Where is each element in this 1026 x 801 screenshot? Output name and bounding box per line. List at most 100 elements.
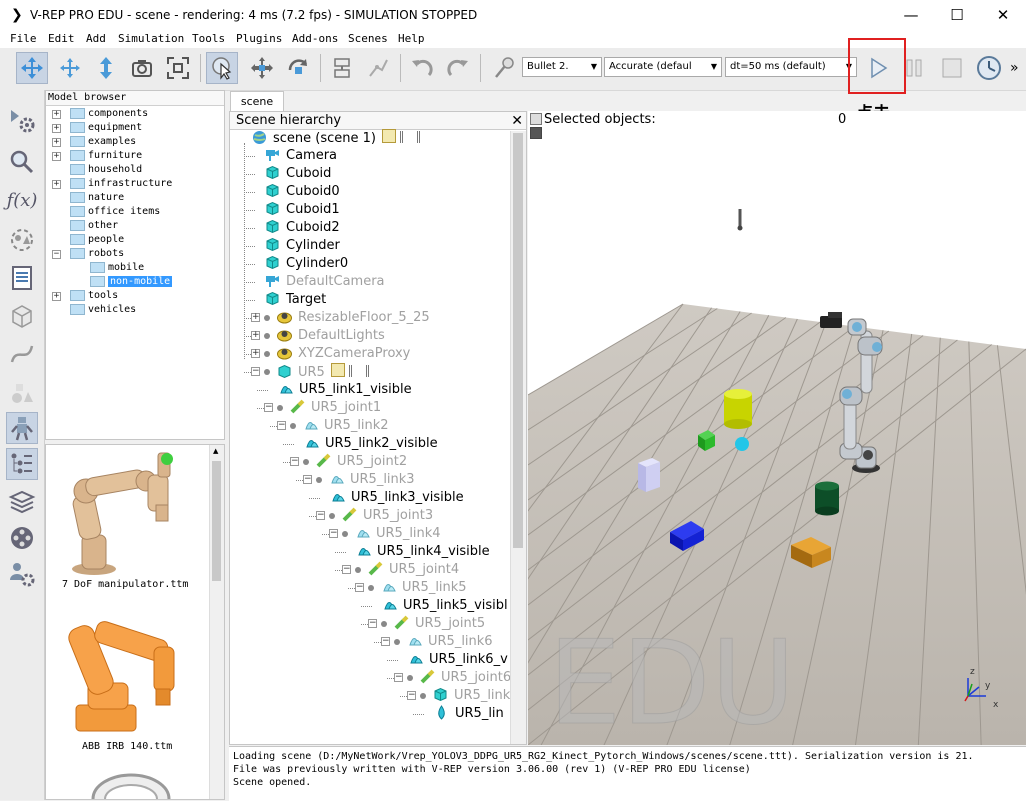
hierarchy-item[interactable]: Cylinder (265, 237, 340, 255)
video-recorder-button[interactable] (6, 522, 38, 554)
folder-vehicles[interactable]: vehicles (70, 303, 136, 317)
expand-toggle[interactable]: + (251, 349, 260, 358)
folder-robots[interactable]: robots (70, 247, 124, 261)
dynamics-toggle-button[interactable] (488, 52, 520, 84)
expand-toggle[interactable]: + (52, 138, 61, 147)
scene-object-properties-button[interactable] (6, 262, 38, 294)
expand-toggle[interactable]: − (355, 583, 364, 592)
scene-hierarchy-toggle-button[interactable] (6, 448, 38, 480)
menu-add[interactable]: Add (86, 32, 106, 45)
folder-non-mobile[interactable]: non-mobile (90, 275, 173, 289)
expand-toggle[interactable]: + (52, 292, 61, 301)
hierarchy-item[interactable]: XYZCameraProxy (277, 345, 410, 363)
expand-toggle[interactable]: − (381, 637, 390, 646)
thumbnail-7dof[interactable]: 7 DoF manipulator.ttm (46, 445, 210, 595)
accuracy-select[interactable]: Accurate (defaul ▼ (604, 57, 722, 77)
layers-button[interactable] (6, 486, 38, 518)
expand-toggle[interactable]: + (52, 180, 61, 189)
expand-toggle[interactable]: + (251, 313, 260, 322)
folder-equipment[interactable]: equipment (70, 121, 142, 135)
close-icon[interactable]: ✕ (511, 112, 523, 130)
assemble-button[interactable] (326, 52, 358, 84)
hierarchy-item[interactable]: scene (scene 1) (252, 129, 420, 147)
hierarchy-item[interactable]: UR5_link5 (381, 579, 467, 597)
view-selector-icon[interactable] (530, 113, 542, 125)
close-window-button[interactable]: ✕ (980, 2, 1026, 28)
hierarchy-item[interactable]: Cuboid (265, 165, 331, 183)
menu-addons[interactable]: Add-ons (292, 32, 338, 45)
menu-plugins[interactable]: Plugins (236, 32, 282, 45)
model-browser-toggle-button[interactable] (6, 412, 38, 444)
hierarchy-item[interactable]: UR5_link4_visible (356, 543, 490, 561)
scene-viewport[interactable]: z y x EDU Selected objects: 0 (528, 111, 1026, 745)
expand-toggle[interactable]: − (316, 511, 325, 520)
expand-toggle[interactable]: − (394, 673, 403, 682)
menu-scenes[interactable]: Scenes (348, 32, 388, 45)
undo-button[interactable] (406, 52, 438, 84)
hierarchy-item[interactable]: UR5_link2 (303, 417, 389, 435)
camera-angle-button[interactable] (126, 52, 158, 84)
expand-toggle[interactable]: − (368, 619, 377, 628)
camera-pan-button[interactable] (16, 52, 48, 84)
hierarchy-item[interactable]: UR5_link3_visible (330, 489, 464, 507)
transfer-dna-button[interactable] (362, 52, 394, 84)
folder-tools[interactable]: tools (70, 289, 118, 303)
menu-edit[interactable]: Edit (48, 32, 75, 45)
expand-toggle[interactable]: + (251, 331, 260, 340)
folder-household[interactable]: household (70, 163, 142, 177)
menu-tools[interactable]: Tools (192, 32, 225, 45)
timestep-select[interactable]: dt=50 ms (default) ▼ (725, 57, 857, 77)
expand-toggle[interactable]: + (52, 110, 61, 119)
expand-toggle[interactable]: + (52, 124, 61, 133)
collections-button[interactable] (6, 224, 38, 256)
tab-scene[interactable]: scene (230, 91, 284, 112)
expand-toggle[interactable]: − (329, 529, 338, 538)
hierarchy-item[interactable]: DefaultCamera (265, 273, 385, 291)
scripts-button[interactable] (6, 146, 38, 178)
stop-simulation-button[interactable] (936, 52, 968, 84)
hierarchy-item[interactable]: UR5_joint1 (290, 399, 381, 417)
hierarchy-item[interactable]: UR5_link2_visible (304, 435, 438, 453)
hierarchy-item[interactable]: Cuboid0 (265, 183, 340, 201)
user-settings-button[interactable] (6, 558, 38, 590)
hierarchy-item[interactable]: UR5_joint2 (316, 453, 407, 471)
folder-office-items[interactable]: office items (70, 205, 160, 219)
expand-toggle[interactable]: − (251, 367, 260, 376)
folder-mobile[interactable]: mobile (90, 261, 144, 275)
shape-edit-button[interactable] (6, 300, 38, 332)
camera-rotate-button[interactable] (54, 52, 86, 84)
hierarchy-item[interactable]: UR5 (277, 363, 369, 381)
realtime-mode-button[interactable] (973, 52, 1005, 84)
calculation-modules-button[interactable]: ƒ(x) (6, 184, 38, 216)
hierarchy-item[interactable]: Cuboid2 (265, 219, 340, 237)
click-selection-button[interactable] (206, 52, 238, 84)
folder-furniture[interactable]: furniture (70, 149, 142, 163)
hierarchy-scrollbar[interactable] (510, 131, 526, 744)
collapse-toggle[interactable]: − (52, 250, 61, 259)
folder-components[interactable]: components (70, 107, 148, 121)
expand-toggle[interactable]: − (407, 691, 416, 700)
hierarchy-item[interactable]: ResizableFloor_5_25 (277, 309, 430, 327)
hierarchy-item[interactable]: Target (265, 291, 326, 309)
menu-simulation[interactable]: Simulation (118, 32, 184, 45)
primitives-button[interactable] (6, 378, 38, 410)
hierarchy-item[interactable]: Cylinder0 (265, 255, 348, 273)
expand-toggle[interactable]: − (303, 475, 312, 484)
minimize-button[interactable]: — (888, 2, 934, 28)
toolbar-overflow-button[interactable]: » (1010, 60, 1019, 76)
hierarchy-item[interactable]: UR5_link6 (407, 633, 493, 651)
fit-to-view-button[interactable] (162, 52, 194, 84)
object-shift-button[interactable] (246, 52, 278, 84)
expand-toggle[interactable]: − (277, 421, 286, 430)
folder-infrastructure[interactable]: infrastructure (70, 177, 172, 191)
folder-examples[interactable]: examples (70, 135, 136, 149)
simulation-settings-button[interactable] (6, 104, 38, 136)
expand-toggle[interactable]: − (342, 565, 351, 574)
hierarchy-item[interactable]: UR5_link3 (329, 471, 415, 489)
expand-toggle[interactable]: − (264, 403, 273, 412)
hierarchy-item[interactable]: UR5_joint4 (368, 561, 459, 579)
hierarchy-item[interactable]: UR5_lin (434, 705, 504, 723)
menu-help[interactable]: Help (398, 32, 425, 45)
hierarchy-item[interactable]: UR5_link7 (433, 687, 519, 705)
folder-people[interactable]: people (70, 233, 124, 247)
